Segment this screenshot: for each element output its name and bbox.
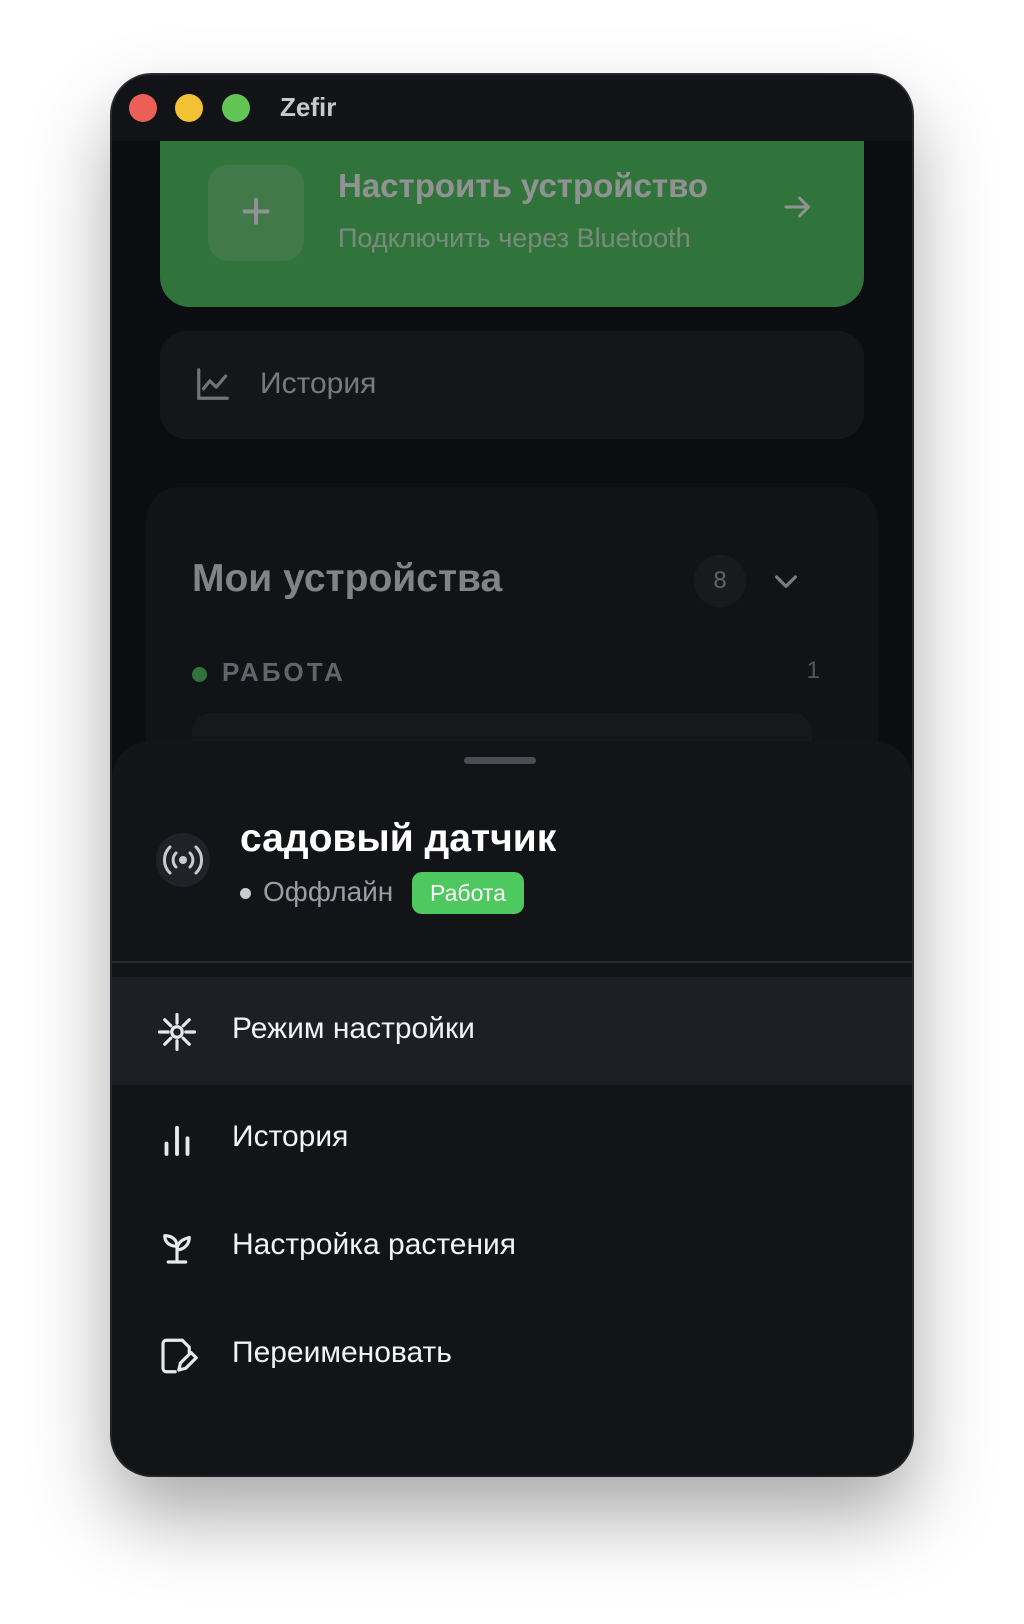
broadcast-icon xyxy=(156,833,210,887)
setup-device-card[interactable]: + Настроить устройство Подключить через … xyxy=(160,141,864,307)
bar-chart-icon xyxy=(164,1125,190,1156)
arrow-right-icon xyxy=(784,196,810,218)
menu-item-plant-setup[interactable]: Настройка растения xyxy=(112,1193,912,1301)
device-status: Оффлайн xyxy=(263,876,394,907)
group-status-dot xyxy=(192,667,207,682)
plus-icon: + xyxy=(208,165,304,261)
setup-device-subtitle: Подключить через Bluetooth xyxy=(338,223,691,253)
menu-item-label: История xyxy=(232,1120,349,1153)
group-label: РАБОТА xyxy=(222,657,346,687)
group-badge: Работа xyxy=(412,872,524,914)
line-chart-icon xyxy=(197,368,229,400)
my-devices-title: Мои устройства xyxy=(192,557,503,600)
devices-count-badge: 8 xyxy=(694,555,746,607)
menu-item-setup-mode[interactable]: Режим настройки xyxy=(112,977,912,1085)
menu-item-label: Настройка растения xyxy=(232,1228,517,1261)
history-card-label: История xyxy=(260,367,377,400)
history-card[interactable]: История xyxy=(160,331,864,439)
setup-mode-icon xyxy=(157,1012,197,1052)
setup-device-title: Настроить устройство xyxy=(338,167,709,204)
chevron-down-icon[interactable] xyxy=(770,565,802,597)
sheet-divider xyxy=(112,961,912,963)
title-bar: Zefir xyxy=(112,75,912,141)
minimize-window-button[interactable] xyxy=(175,94,203,122)
device-name: садовый датчик xyxy=(240,817,557,860)
menu-item-rename[interactable]: Переименовать xyxy=(112,1301,912,1409)
group-count: 1 xyxy=(806,657,820,684)
menu-item-label: Режим настройки xyxy=(232,1012,475,1045)
offline-status-dot xyxy=(240,888,251,899)
app-window: Zefir + Настроить устройство Подключить … xyxy=(112,75,912,1475)
menu-item-label: Переименовать xyxy=(232,1336,452,1369)
zoom-window-button[interactable] xyxy=(222,94,250,122)
sprout-icon xyxy=(163,1234,191,1264)
sheet-grabber[interactable] xyxy=(464,757,536,764)
menu-item-history[interactable]: История xyxy=(112,1085,912,1193)
close-window-button[interactable] xyxy=(129,94,157,122)
device-actions-sheet: садовый датчик Оффлайн Работа Режим наст… xyxy=(112,741,912,1475)
background-content: + Настроить устройство Подключить через … xyxy=(112,141,912,887)
edit-icon xyxy=(161,1338,198,1374)
window-title: Zefir xyxy=(280,92,337,122)
